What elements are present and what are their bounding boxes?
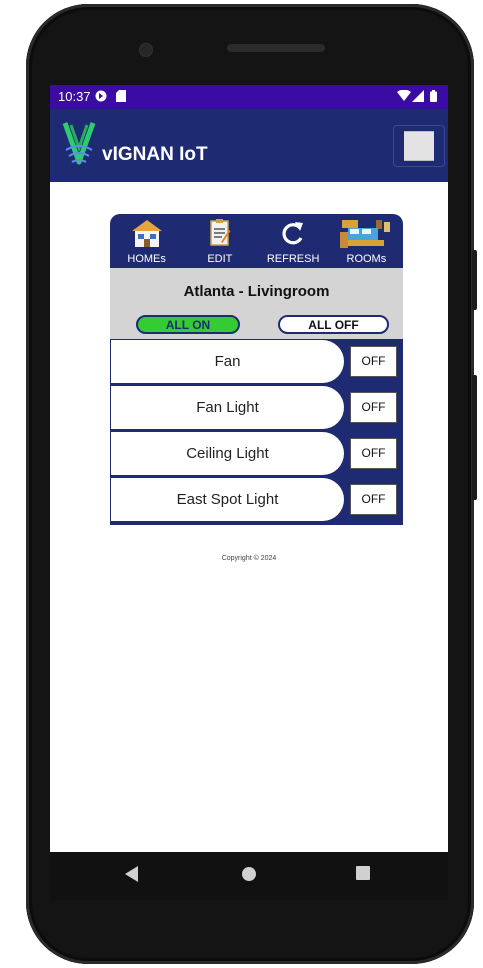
signal-icon (412, 90, 424, 102)
homes-label: HOMEs (127, 253, 166, 265)
room-control-card: HOMEs EDIT REFRESH ROOMs Atlanta - Livin… (110, 214, 403, 525)
refresh-icon (280, 218, 306, 253)
status-time: 10:37 (58, 89, 91, 104)
refresh-label: REFRESH (266, 253, 320, 265)
card-toolbar: HOMEs EDIT REFRESH ROOMs (110, 214, 403, 268)
device-row-ceiling-light: Ceiling Light OFF (111, 432, 402, 477)
copyright-text: Copyright © 2024 (221, 555, 277, 562)
edit-label: EDIT (207, 253, 233, 265)
sd-card-icon (116, 90, 128, 102)
status-bar: 10:37 (50, 85, 448, 109)
device-row-fan: Fan OFF (111, 340, 402, 385)
refresh-button[interactable]: REFRESH (257, 214, 330, 268)
back-icon[interactable] (125, 866, 139, 887)
device-toggle-button[interactable]: OFF (350, 346, 397, 377)
power-button (472, 250, 477, 310)
recents-icon[interactable] (356, 866, 370, 885)
notification-app-icon (95, 90, 107, 102)
house-icon (130, 218, 164, 253)
all-off-button[interactable]: ALL OFF (278, 315, 389, 334)
room-title: Atlanta - Livingroom (183, 283, 330, 300)
device-toggle-button[interactable]: OFF (350, 484, 397, 515)
volume-button (472, 375, 477, 500)
edit-button[interactable]: EDIT (183, 214, 256, 268)
app-bar: vIGNAN IoT (50, 109, 448, 182)
device-row-east-spot-light: East Spot Light OFF (111, 478, 402, 523)
device-toggle-button[interactable]: OFF (350, 438, 397, 469)
device-name[interactable]: Fan Light (111, 386, 344, 429)
menu-icon (404, 131, 434, 161)
device-name[interactable]: East Spot Light (111, 478, 344, 521)
device-row-fan-light: Fan Light OFF (111, 386, 402, 431)
vignan-logo-icon (62, 120, 96, 175)
android-nav-bar (50, 852, 448, 900)
app-screen: 10:37 vIGNAN IoT HOMEs EDIT REFRESH ROOM… (50, 85, 448, 852)
all-on-button[interactable]: ALL ON (136, 315, 240, 334)
device-name[interactable]: Ceiling Light (111, 432, 344, 475)
device-list: Fan OFF Fan Light OFF Ceiling Light OFF … (110, 339, 403, 525)
room-header: Atlanta - Livingroom ALL ON ALL OFF (110, 268, 403, 339)
rooms-button[interactable]: ROOMs (330, 214, 403, 268)
earpiece-speaker (227, 44, 325, 52)
wifi-icon (397, 89, 411, 102)
hamburger-menu-button[interactable] (393, 125, 445, 167)
front-camera (139, 43, 153, 57)
app-title: vIGNAN IoT (102, 144, 208, 165)
battery-icon (430, 90, 442, 102)
home-icon[interactable] (241, 866, 257, 887)
homes-button[interactable]: HOMEs (110, 214, 183, 268)
rooms-label: ROOMs (346, 253, 387, 265)
device-toggle-button[interactable]: OFF (350, 392, 397, 423)
edit-clipboard-icon (209, 218, 231, 253)
rooms-bed-icon (340, 218, 392, 255)
device-name[interactable]: Fan (111, 340, 344, 383)
